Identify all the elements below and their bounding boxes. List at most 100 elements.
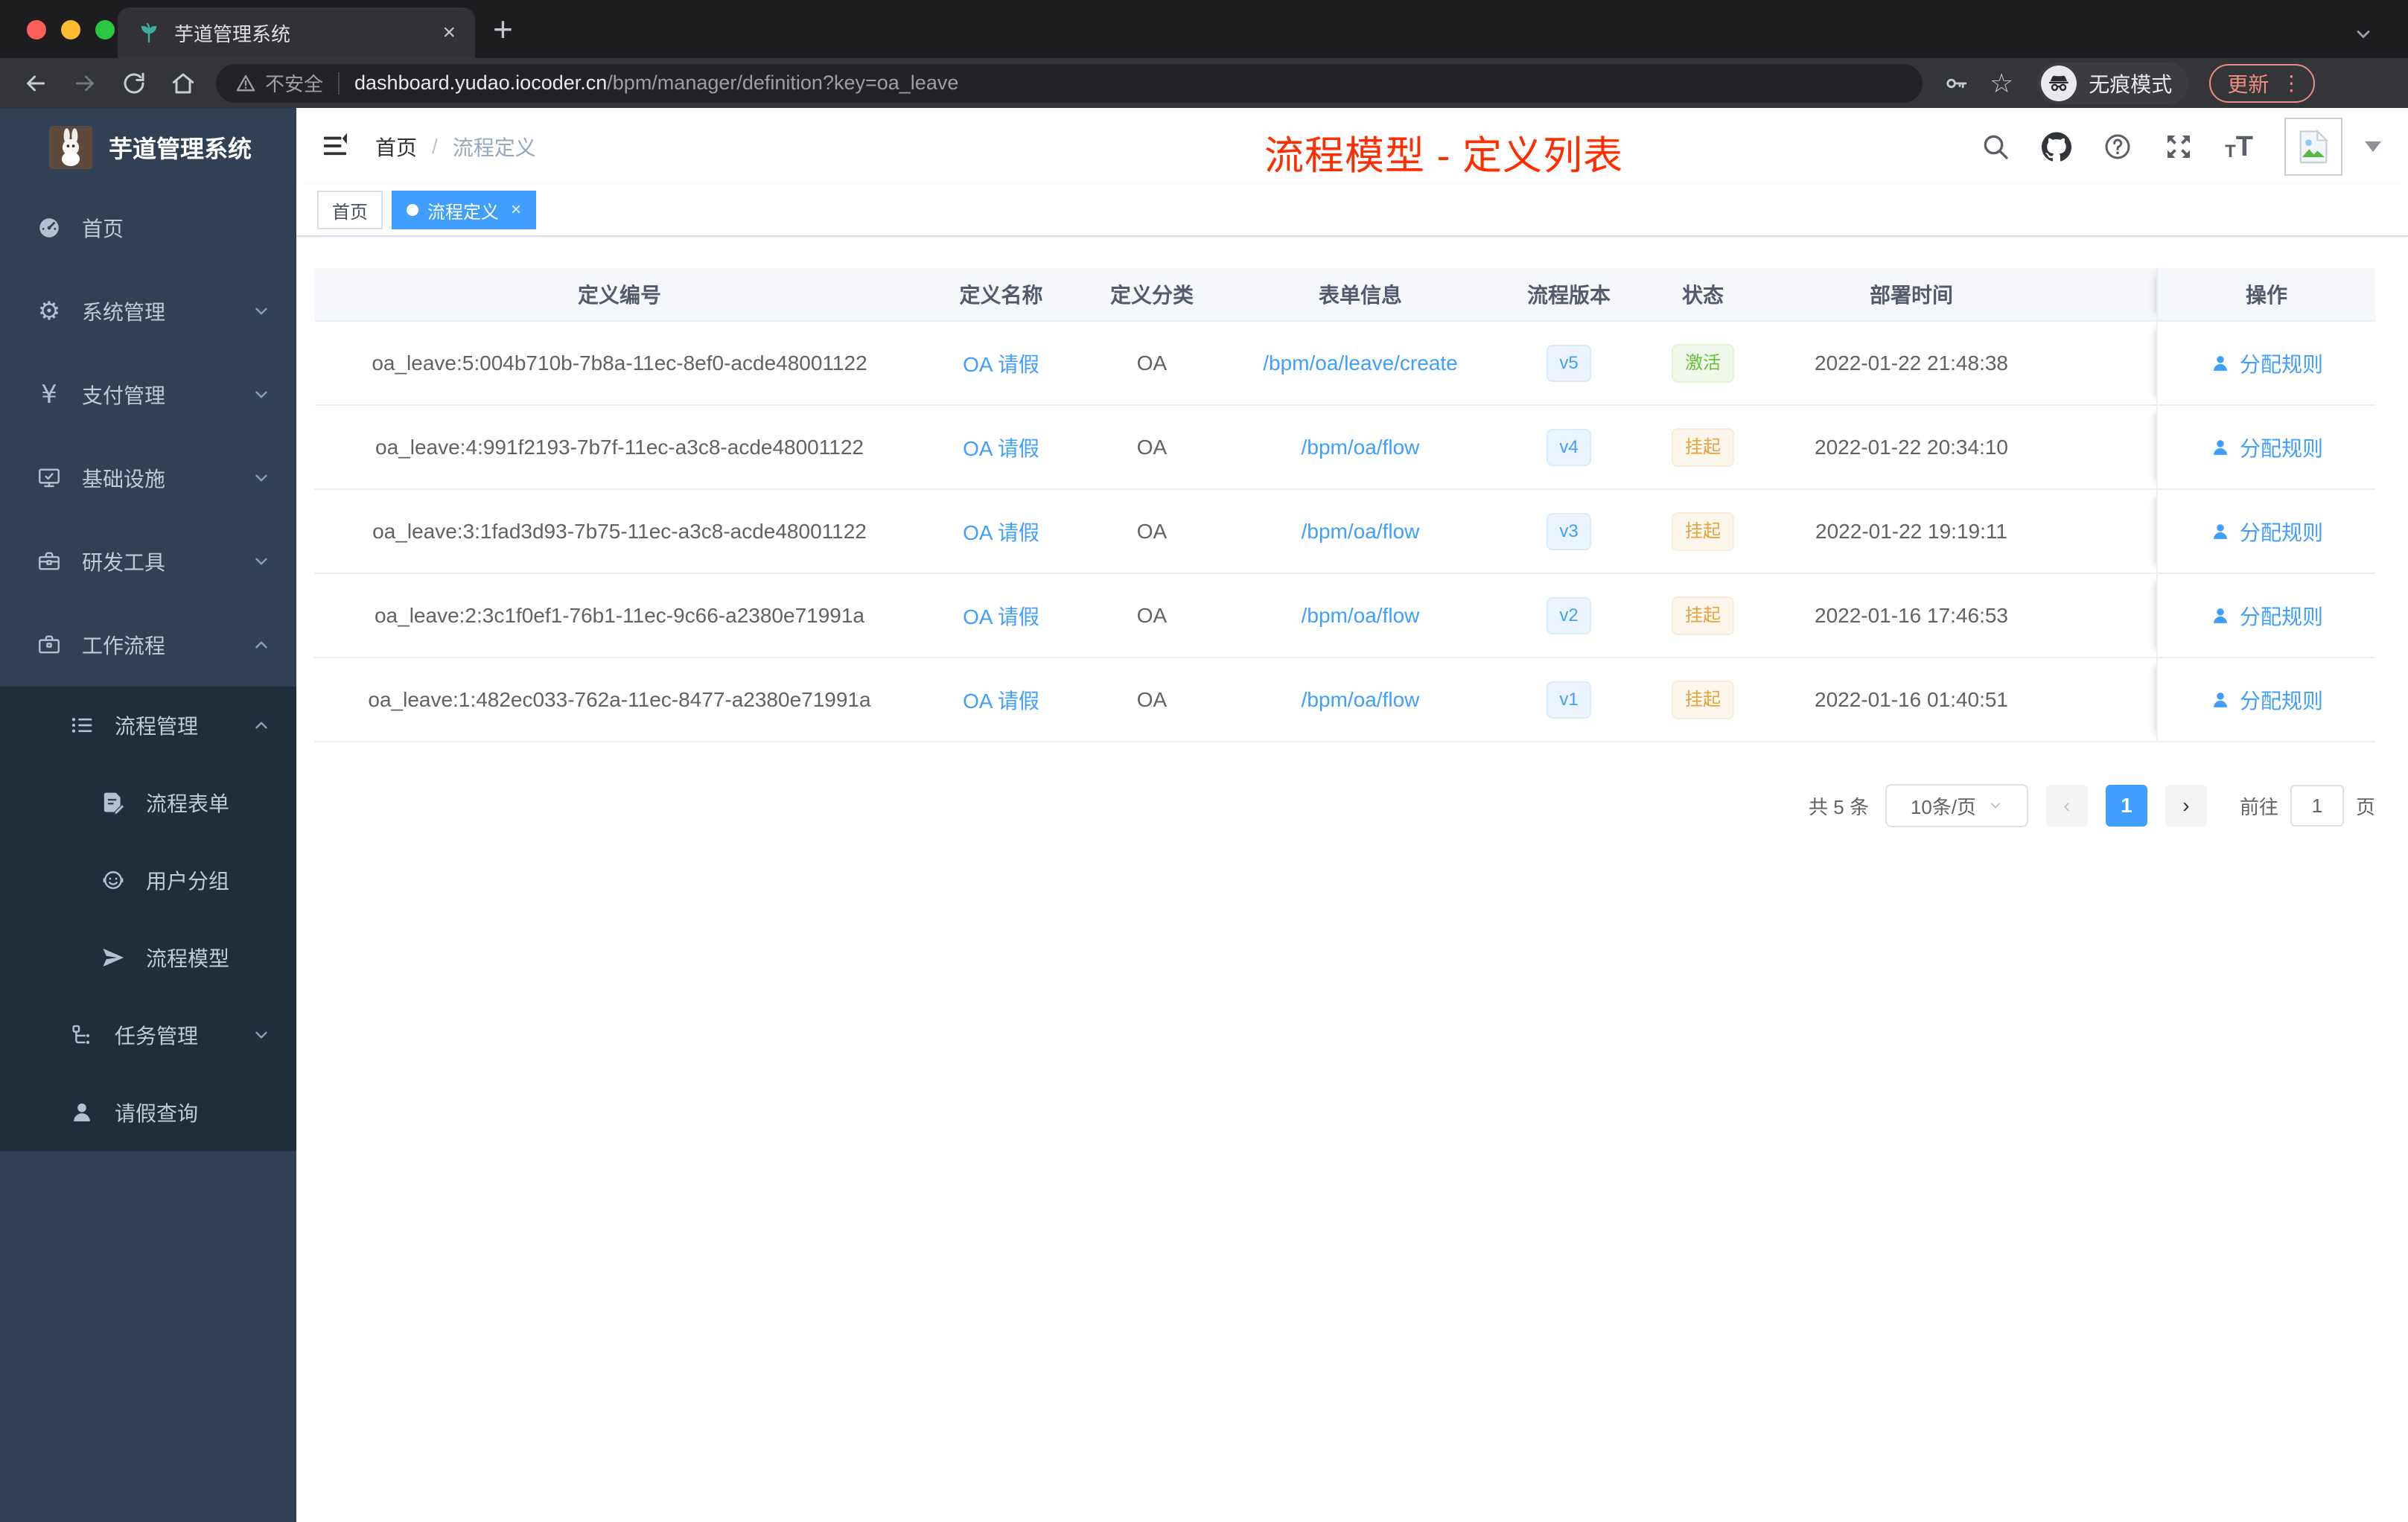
cell-definition-name-link[interactable]: OA 请假	[925, 517, 1077, 547]
assign-rule-label: 分配规则	[2239, 689, 2323, 713]
definition-name-link[interactable]: OA 请假	[963, 605, 1039, 628]
avatar-dropdown-caret-icon[interactable]	[2365, 141, 2381, 152]
pagination: 共 5 条 10条/页 ‹ 1 › 前往 1 页	[314, 784, 2375, 827]
sidebar-item-task-manage[interactable]: 任务管理	[0, 996, 296, 1074]
search-icon[interactable]	[1981, 132, 2010, 162]
sidebar-item-user-group[interactable]: 用户分组	[0, 841, 296, 919]
sidebar-collapse-icon[interactable]	[320, 131, 350, 161]
sidebar-menu: 首页 ⚙ 系统管理 ¥ 支付管理 基础设施 研发工具 工作流程 流程管理 流程表单 用户分组 流程模型…	[0, 186, 296, 1151]
sidebar-item-infra[interactable]: 基础设施	[0, 436, 296, 520]
sidebar-item-home[interactable]: 首页	[0, 186, 296, 270]
cell-definition-name-link[interactable]: OA 请假	[925, 348, 1077, 378]
font-size-icon[interactable]: TT	[2225, 133, 2253, 161]
form-info-link[interactable]: /bpm/oa/flow	[1302, 688, 1420, 711]
cell-deploy-time: 2022-01-16 17:46:53	[1815, 603, 2008, 627]
sidebar-item-system[interactable]: ⚙ 系统管理	[0, 270, 296, 353]
back-icon[interactable]	[22, 70, 49, 97]
page-size-select[interactable]: 10条/页	[1885, 784, 2028, 827]
toolbox-icon	[33, 549, 66, 574]
cell-form-info-link[interactable]: /bpm/oa/flow	[1226, 436, 1494, 459]
tab-strip-chevron-down-icon[interactable]	[2353, 24, 2374, 45]
assign-rule-button[interactable]: 分配规则	[2210, 348, 2323, 378]
form-info-link[interactable]: /bpm/oa/leave/create	[1263, 351, 1458, 375]
breadcrumb-separator: /	[432, 134, 438, 158]
pagination-prev-button[interactable]: ‹	[2045, 785, 2088, 827]
new-tab-button[interactable]: +	[493, 12, 513, 46]
url-path[interactable]: /bpm/manager/definition?key=oa_leave	[607, 71, 958, 95]
tag-close-icon[interactable]: ×	[511, 200, 521, 220]
fullscreen-icon[interactable]	[2164, 132, 2194, 162]
form-info-link[interactable]: /bpm/oa/flow	[1302, 436, 1420, 459]
cell-deploy-time: 2022-01-22 20:34:10	[1815, 435, 2008, 459]
url-domain[interactable]: dashboard.yudao.iocoder.cn	[354, 71, 607, 95]
definition-name-link[interactable]: OA 请假	[963, 353, 1039, 376]
chevron-down-icon	[252, 385, 271, 404]
cell-form-info-link[interactable]: /bpm/oa/flow	[1226, 520, 1494, 544]
tag-home[interactable]: 首页	[317, 191, 383, 229]
window-close-button[interactable]	[27, 20, 46, 39]
address-bar[interactable]: 不安全 dashboard.yudao.iocoder.cn/bpm/manag…	[216, 63, 1923, 103]
cell-form-info-link[interactable]: /bpm/oa/leave/create	[1226, 351, 1494, 375]
cell-status: 挂起	[1643, 512, 1762, 551]
app-header: 首页 / 流程定义 流程模型 - 定义列表 TT	[296, 108, 2408, 185]
cell-actions: 分配规则	[2156, 658, 2375, 741]
pagination-page-1[interactable]: 1	[2105, 785, 2147, 827]
pagination-page-unit: 页	[2355, 795, 2375, 818]
assign-rule-button[interactable]: 分配规则	[2210, 517, 2323, 547]
window-controls[interactable]	[27, 20, 115, 39]
tab-close-icon[interactable]: ×	[442, 20, 456, 45]
definition-name-link[interactable]: OA 请假	[963, 437, 1039, 460]
bookmark-star-icon[interactable]: ☆	[1990, 69, 2013, 97]
sidebar-item-process-form[interactable]: 流程表单	[0, 764, 296, 841]
cell-form-info-link[interactable]: /bpm/oa/flow	[1226, 688, 1494, 712]
table-row: oa_leave:5:004b710b-7b8a-11ec-8ef0-acde4…	[314, 322, 2375, 406]
pagination-next-button[interactable]: ›	[2165, 785, 2207, 827]
table-row: oa_leave:4:991f2193-7b7f-11ec-a3c8-acde4…	[314, 406, 2375, 490]
forward-icon[interactable]	[71, 70, 98, 97]
cell-definition-category: OA	[1136, 687, 1168, 711]
definition-name-link[interactable]: OA 请假	[963, 521, 1039, 544]
sidebar-item-leave-query[interactable]: 请假查询	[0, 1074, 296, 1151]
sidebar-item-process-model[interactable]: 流程模型	[0, 919, 296, 996]
form-info-link[interactable]: /bpm/oa/flow	[1302, 604, 1420, 627]
browser-tab[interactable]: 芋道管理系统 ×	[118, 7, 475, 58]
sidebar-logo: 芋道管理系统	[0, 108, 296, 186]
window-zoom-button[interactable]	[95, 20, 115, 39]
cell-definition-name-link[interactable]: OA 请假	[925, 433, 1077, 462]
sidebar-item-process-manage[interactable]: 流程管理	[0, 687, 296, 764]
cell-definition-name-link[interactable]: OA 请假	[925, 685, 1077, 715]
tag-process-definition[interactable]: 流程定义 ×	[392, 191, 537, 229]
browser-update-button[interactable]: 更新 ⋮	[2209, 63, 2316, 103]
column-header-definition-category: 定义分类	[1109, 284, 1194, 307]
chevron-down-icon	[252, 552, 271, 571]
user-avatar[interactable]	[2284, 117, 2342, 176]
browser-tab-strip: 芋道管理系统 × +	[0, 0, 2408, 58]
assign-rule-button[interactable]: 分配规则	[2210, 433, 2323, 462]
cell-deploy-time: 2022-01-16 01:40:51	[1815, 687, 2008, 711]
browser-menu-dots-icon[interactable]: ⋮	[2281, 71, 2302, 95]
breadcrumb-home[interactable]: 首页	[375, 132, 417, 162]
pagination-goto-input[interactable]: 1	[2290, 785, 2344, 827]
cell-definition-name-link[interactable]: OA 请假	[925, 601, 1077, 631]
pagination-total: 共 5 条	[1809, 795, 1869, 818]
definition-name-link[interactable]: OA 请假	[963, 690, 1039, 713]
assign-rule-button[interactable]: 分配规则	[2210, 685, 2323, 715]
github-icon[interactable]	[2042, 131, 2072, 162]
sidebar-item-payment[interactable]: ¥ 支付管理	[0, 353, 296, 436]
password-key-icon[interactable]	[1943, 71, 1969, 96]
help-icon[interactable]	[2103, 132, 2133, 162]
version-badge: v3	[1547, 512, 1591, 550]
reload-icon[interactable]	[121, 70, 147, 97]
definition-table: 定义编号 定义名称 定义分类 表单信息 流程版本 状态 部署时间 操作 oa_l…	[314, 268, 2375, 742]
sidebar-item-devtools[interactable]: 研发工具	[0, 520, 296, 603]
insecure-label[interactable]: 不安全	[265, 69, 323, 97]
sidebar-item-workflow[interactable]: 工作流程	[0, 603, 296, 687]
home-icon[interactable]	[170, 70, 197, 97]
insecure-warning-icon[interactable]	[235, 73, 256, 94]
cell-form-info-link[interactable]: /bpm/oa/flow	[1226, 604, 1494, 628]
update-label[interactable]: 更新	[2227, 69, 2269, 98]
window-minimize-button[interactable]	[61, 20, 80, 39]
assign-rule-button[interactable]: 分配规则	[2210, 601, 2323, 631]
form-info-link[interactable]: /bpm/oa/flow	[1302, 520, 1420, 543]
cell-process-version: v2	[1494, 596, 1643, 634]
